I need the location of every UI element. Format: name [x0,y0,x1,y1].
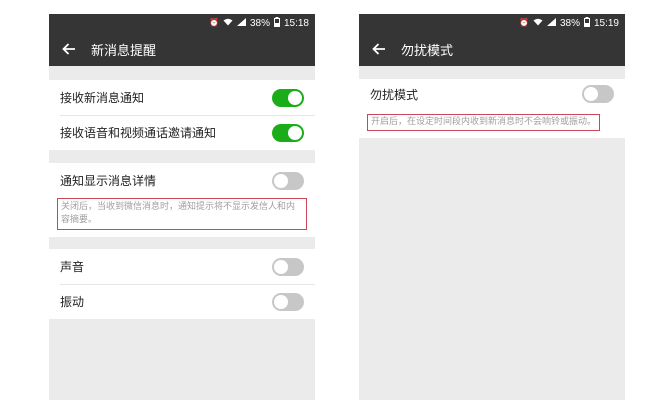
setting-label: 接收新消息通知 [60,91,145,105]
setting-row-receive-new[interactable]: 接收新消息通知 [49,80,315,115]
receive-new-toggle[interactable] [272,88,304,107]
setting-label: 勿扰模式 [370,87,419,102]
back-button[interactable] [51,32,87,66]
battery-icon [583,17,590,29]
page-title: 勿扰模式 [401,43,454,59]
battery-icon [273,17,280,29]
battery-level: 38% [559,17,580,29]
setting-row-dnd[interactable]: 勿扰模式 [359,79,625,109]
alarm-icon: ⏰ [208,18,219,27]
spacer [49,237,315,249]
arrow-left-icon [372,43,385,55]
signal-icon [236,18,246,28]
setting-label: 通知显示消息详情 [60,174,157,188]
status-bar: ⏰ 38% 15:18 [49,14,315,32]
dnd-section: 勿扰模式 开启后，在设定时间段内收到新消息时不会响铃或振动。 [359,79,625,138]
sound-toggle[interactable] [272,257,304,276]
toggle-knob [274,259,288,274]
spacer [49,150,315,163]
toggle-knob [288,90,302,105]
spacer [359,66,625,79]
wifi-icon [223,18,233,28]
setting-label: 接收语音和视频通话邀请通知 [60,126,217,140]
dnd-toggle[interactable] [582,85,614,103]
toggle-knob [584,87,598,101]
dnd-hint: 开启后，在设定时间段内收到新消息时不会响铃或振动。 [367,114,601,131]
show-detail-toggle[interactable] [272,171,304,190]
status-bar: ⏰ 38% 15:19 [359,14,625,32]
arrow-left-icon [62,43,75,55]
receive-call-toggle[interactable] [272,123,304,142]
sound-section: 声音 振动 [49,249,315,319]
detail-section: 通知显示消息详情 关闭后，当收到微信消息时，通知提示将不显示发信人和内容摘要。 [49,163,315,237]
setting-label: 声音 [60,260,85,274]
vibrate-toggle[interactable] [272,292,304,311]
toggle-knob [274,173,288,188]
show-detail-hint: 关闭后，当收到微信消息时，通知提示将不显示发信人和内容摘要。 [57,198,307,230]
phone-screen-right: ⏰ 38% 15:19 勿扰模式 勿扰模式 开启后，在设定时间段内收到新消息时不… [359,14,625,400]
setting-row-sound[interactable]: 声音 [49,249,315,284]
toggle-knob [274,294,288,309]
notification-section: 接收新消息通知 接收语音和视频通话邀请通知 [49,80,315,150]
battery-level: 38% [249,17,270,29]
status-time: 15:19 [593,17,619,29]
spacer [49,66,315,80]
setting-label: 振动 [60,295,85,309]
toggle-knob [288,125,302,140]
status-time: 15:18 [283,17,309,29]
wifi-icon [533,18,543,28]
setting-row-vibrate[interactable]: 振动 [49,284,315,319]
signal-icon [546,18,556,28]
setting-row-show-detail[interactable]: 通知显示消息详情 [49,163,315,198]
toolbar: 新消息提醒 [49,32,315,66]
page-title: 新消息提醒 [91,43,157,59]
toolbar: 勿扰模式 [359,32,625,66]
setting-row-receive-call[interactable]: 接收语音和视频通话邀请通知 [49,115,315,150]
back-button[interactable] [361,32,397,66]
alarm-icon: ⏰ [518,18,529,27]
phone-screen-left: ⏰ 38% 15:18 新消息提醒 接收新消息通知 接收语音和视频通话邀请通知 [49,14,315,400]
